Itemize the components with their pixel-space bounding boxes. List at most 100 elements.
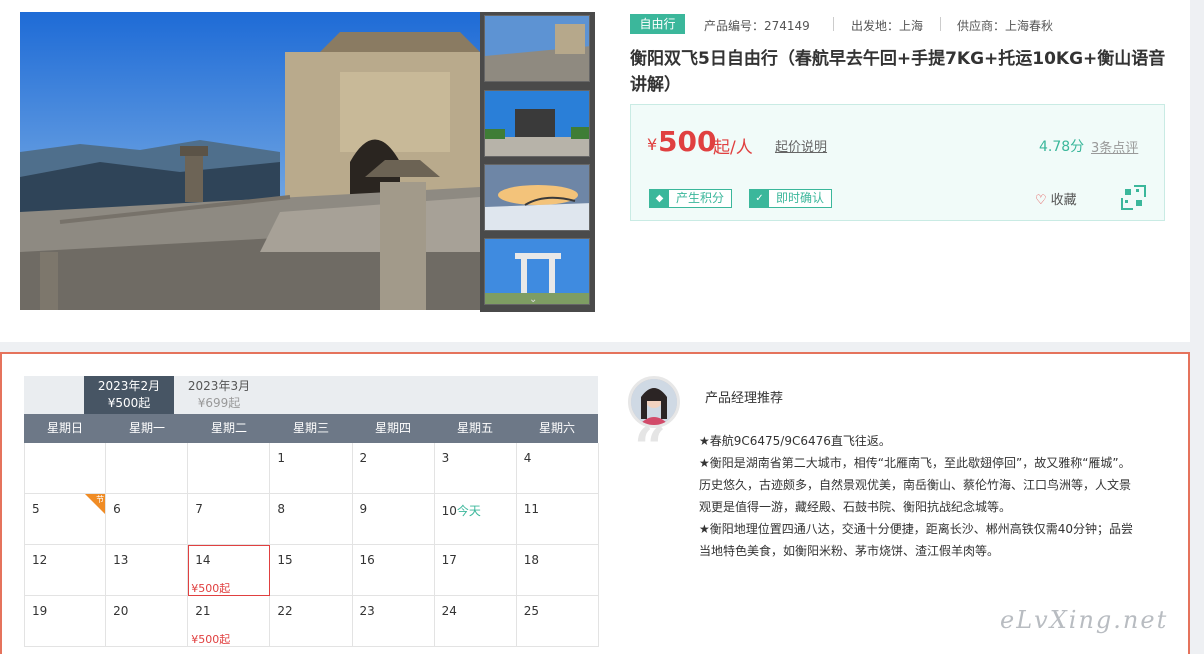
calendar-day-22: 22 xyxy=(270,596,353,647)
diamond-icon: ◆ xyxy=(650,190,669,207)
tab-month-feb[interactable]: 2023年2月 ¥500起 xyxy=(84,376,174,414)
day-number: 9 xyxy=(359,502,368,516)
day-number: 20 xyxy=(113,604,129,618)
calendar-day-11: 11 xyxy=(516,494,599,545)
calendar-day-20: 20 xyxy=(106,596,189,647)
day-number: 18 xyxy=(523,553,540,567)
instant-confirm-badge: ✓ 即时确认 xyxy=(749,189,833,208)
main-product-photo[interactable] xyxy=(20,12,480,310)
favorite-label: 收藏 xyxy=(1050,193,1077,208)
calendar-empty-cell xyxy=(188,443,271,494)
chevron-down-icon[interactable]: ⌄ xyxy=(529,294,537,305)
product-type-tag: 自由行 xyxy=(630,14,685,34)
recommendation-title: 产品经理推荐 xyxy=(705,391,784,406)
day-number: 17 xyxy=(441,553,457,567)
weekday-label: 星期日 xyxy=(46,421,83,435)
day-number: 22 xyxy=(277,604,293,618)
price-amount: 500 xyxy=(658,125,717,158)
day-number: 11 xyxy=(523,502,540,516)
day-number: 13 xyxy=(113,553,129,567)
price-box: ¥ 500 起/人 起价说明 4.78分 3条点评 ◆ 产生积分 ✓ 即时确认 … xyxy=(630,104,1165,221)
photo-thumbnail-strip: ⌄ xyxy=(480,12,595,312)
favorite-button[interactable]: ♡ 收藏 xyxy=(1035,189,1077,208)
day-number: 7 xyxy=(195,502,203,516)
calendar-day-13: 13 xyxy=(106,545,189,596)
thumbnail-1[interactable] xyxy=(484,15,590,82)
calendar-day-9: 9 xyxy=(352,494,435,545)
calendar-day-19: 19 xyxy=(24,596,107,647)
recommendation-line: ★春航9C6475/9C6476直飞往返。 xyxy=(699,434,891,448)
weekday-label: 星期一 xyxy=(128,421,165,435)
calendar-day-15: 15 xyxy=(270,545,353,596)
month-price: ¥699起 xyxy=(197,396,241,410)
calendar-empty-cell xyxy=(106,443,189,494)
calendar-day-21[interactable]: 21 ¥500起 xyxy=(188,596,271,647)
day-number: 23 xyxy=(359,604,375,618)
calendar-day-6: 6 xyxy=(106,494,189,545)
day-number: 1 xyxy=(277,451,286,465)
calendar-day-24: 24 xyxy=(434,596,517,647)
day-number: 3 xyxy=(441,451,450,465)
price-unit: 起/人 xyxy=(713,138,753,158)
day-number: 24 xyxy=(441,604,457,618)
weekday-label: 星期二 xyxy=(210,421,247,435)
page-margin xyxy=(1190,0,1204,654)
tab-month-mar[interactable]: 2023年3月 ¥699起 xyxy=(174,376,264,414)
month-label: 2023年3月 xyxy=(187,379,251,393)
rating-score: 4.78分 xyxy=(1039,139,1085,155)
calendar-week-row: 1 2 3 4 xyxy=(24,443,599,494)
calendar-weekday-header: 星期日 星期一 星期二 星期三 星期四 星期五 星期六 xyxy=(24,414,598,443)
day-number: 5 xyxy=(32,502,40,516)
calendar-week-row: 19 20 21 ¥500起 22 23 24 25 xyxy=(24,596,599,647)
quote-icon: “ xyxy=(634,415,667,481)
calendar-day-10: 10今天 xyxy=(434,494,517,545)
calendar-day-8: 8 xyxy=(270,494,353,545)
recommendation-text: ★春航9C6475/9C6476直飞往返。 ★衡阳是湖南省第二大城市，相传“北雁… xyxy=(699,430,1139,562)
weekday-label: 星期五 xyxy=(456,421,493,435)
calendar-day-1: 1 xyxy=(270,443,353,494)
day-number: 8 xyxy=(277,502,286,516)
thumbnail-3[interactable] xyxy=(484,164,590,231)
currency-symbol: ¥ xyxy=(647,135,658,154)
holiday-label: 节 xyxy=(96,495,105,504)
weekday-label: 星期三 xyxy=(292,421,329,435)
calendar-week-row: 12 13 14 ¥500起 15 16 17 18 xyxy=(24,545,599,596)
calendar-day-5: 5节 xyxy=(24,494,107,545)
day-number: 21 xyxy=(195,604,211,618)
day-number: 16 xyxy=(359,553,375,567)
thumbnail-2[interactable] xyxy=(484,90,590,157)
calendar-day-16: 16 xyxy=(352,545,435,596)
day-number: 15 xyxy=(277,553,293,567)
confirm-badge-label: 即时确认 xyxy=(776,191,825,205)
heart-icon: ♡ xyxy=(1035,193,1047,208)
calendar-day-17: 17 xyxy=(434,545,517,596)
day-price: ¥500起 xyxy=(191,582,231,595)
product-header: ⌄ 自由行 产品编号：274149 出发地：上海 供应商：上海春秋 衡阳双飞5日… xyxy=(0,0,1190,342)
qr-code-icon[interactable] xyxy=(1121,185,1146,210)
divider xyxy=(833,17,834,31)
section-divider xyxy=(0,342,1204,352)
product-title: 衡阳双飞5日自由行（春航早去午回+手提7KG+托运10KG+衡山语音讲解） xyxy=(630,49,1166,95)
today-label: 今天 xyxy=(456,504,481,518)
day-number: 2 xyxy=(359,451,368,465)
calendar-day-14[interactable]: 14 ¥500起 xyxy=(188,545,271,596)
day-number: 14 xyxy=(195,553,211,567)
recommendation-line: ★衡阳是湖南省第二大城市，相传“北雁南飞，至此歇翅停回”，故又雅称“雁城”。历史… xyxy=(699,456,1132,514)
points-badge: ◆ 产生积分 xyxy=(649,189,733,208)
calendar-day-12: 12 xyxy=(24,545,107,596)
calendar-day-18: 18 xyxy=(516,545,599,596)
calendar-empty-cell xyxy=(24,443,107,494)
day-number: 25 xyxy=(523,604,540,618)
price-note-link[interactable]: 起价说明 xyxy=(775,136,827,155)
day-number: 19 xyxy=(32,604,48,618)
calendar-day-2: 2 xyxy=(352,443,435,494)
month-label: 2023年2月 xyxy=(97,379,161,393)
day-number: 12 xyxy=(32,553,48,567)
calendar-day-23: 23 xyxy=(352,596,435,647)
weekday-label: 星期六 xyxy=(538,421,575,435)
calendar-week-row: 5 节 6 7 8 9 10今天 11 xyxy=(24,494,599,545)
day-number: 6 xyxy=(113,502,121,516)
reviews-link[interactable]: 3条点评 xyxy=(1091,137,1138,156)
day-number: 10 xyxy=(441,504,457,518)
weekday-label: 星期四 xyxy=(374,421,411,435)
